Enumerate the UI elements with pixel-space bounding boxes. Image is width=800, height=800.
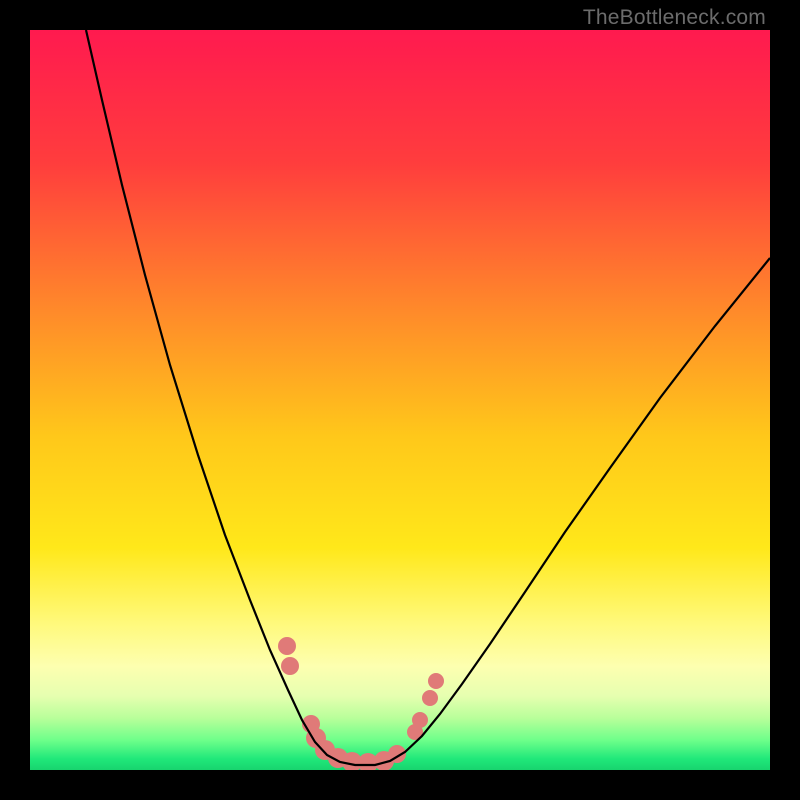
marker-group [278,637,444,770]
watermark-text: TheBottleneck.com [583,6,766,30]
data-marker [422,690,438,706]
data-marker [278,637,296,655]
chart-frame: TheBottleneck.com [0,0,800,800]
data-marker [428,673,444,689]
data-marker [281,657,299,675]
data-marker [412,712,428,728]
plot-area [30,30,770,770]
curve-layer [30,30,770,770]
bottleneck-curve [86,30,770,765]
